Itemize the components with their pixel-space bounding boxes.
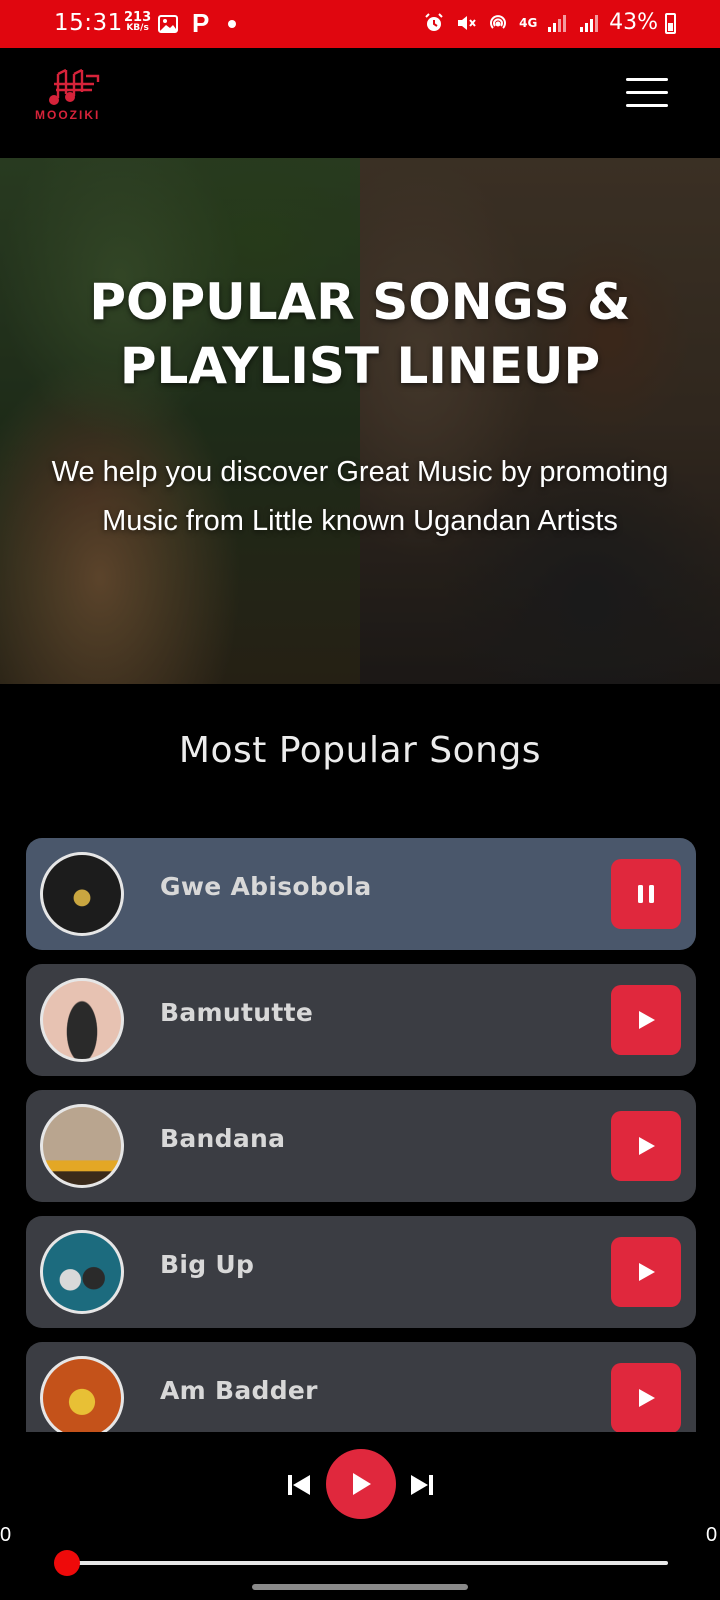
previous-track-icon[interactable]: [286, 1472, 312, 1498]
brand-name: MOOZIKI: [35, 108, 101, 122]
total-duration: 0: [706, 1524, 718, 1546]
song-title: Bamututte: [160, 998, 314, 1027]
play-button[interactable]: [611, 1363, 681, 1432]
battery-icon: [665, 13, 676, 34]
hamburger-menu-button[interactable]: [626, 78, 670, 110]
song-cover-image: [40, 1230, 124, 1314]
more-notifications-dot: [228, 20, 236, 28]
song-list[interactable]: Gwe Abisobola Bamututte Bandana Big Up A…: [26, 838, 696, 1432]
status-net-speed: 213 KB/s: [124, 11, 151, 34]
p-notification-icon: P: [192, 8, 210, 38]
play-icon: [639, 1389, 655, 1407]
hero-subtitle-line-2: Music from Little known Ugandan Artists: [102, 505, 618, 537]
hero-title-line-2: PLAYLIST LINEUP: [119, 337, 601, 395]
hero-banner: POPULAR SONGS & PLAYLIST LINEUP We help …: [0, 158, 720, 684]
song-card[interactable]: Big Up: [26, 1216, 696, 1328]
hero-title-line-1: POPULAR SONGS &: [89, 273, 631, 331]
net-speed-unit: KB/s: [126, 23, 149, 33]
progress-thumb[interactable]: [54, 1550, 80, 1576]
menu-icon-bar-bottom: [626, 104, 668, 107]
signal-icon-2: [580, 14, 599, 32]
song-title: Bandana: [160, 1124, 286, 1153]
song-title: Gwe Abisobola: [160, 872, 372, 901]
play-icon: [639, 1137, 655, 1155]
status-time: 15:31: [54, 10, 123, 36]
play-button[interactable]: [611, 985, 681, 1055]
network-type: 4G: [519, 15, 538, 30]
next-track-icon[interactable]: [409, 1472, 435, 1498]
song-cover-image: [40, 978, 124, 1062]
gallery-icon: [158, 15, 178, 33]
signal-icon-1: [548, 14, 567, 32]
battery-percent: 43%: [609, 10, 658, 35]
pause-icon: [638, 885, 654, 903]
app-header: MOOZIKI: [0, 48, 720, 158]
elapsed-time: 0: [0, 1524, 12, 1546]
play-button[interactable]: [611, 1111, 681, 1181]
hero-subtitle-line-1: We help you discover Great Music by prom…: [51, 456, 669, 488]
status-bar: 15:31 213 KB/s P 4G 43%: [0, 0, 720, 48]
song-card[interactable]: Bandana: [26, 1090, 696, 1202]
play-button[interactable]: [611, 1237, 681, 1307]
song-card[interactable]: Gwe Abisobola: [26, 838, 696, 950]
song-cover-image: [40, 1356, 124, 1432]
play-icon: [639, 1011, 655, 1029]
progress-bar[interactable]: [66, 1561, 668, 1565]
hotspot-icon: [490, 14, 507, 29]
section-title: Most Popular Songs: [178, 730, 542, 771]
status-right-icons: 4G 43%: [423, 10, 658, 35]
hero-title: POPULAR SONGS & PLAYLIST LINEUP: [0, 270, 720, 398]
song-cover-image: [40, 852, 124, 936]
main-play-button[interactable]: [326, 1449, 396, 1519]
song-title: Am Badder: [160, 1376, 318, 1405]
song-card[interactable]: Bamututte: [26, 964, 696, 1076]
menu-icon-bar-middle: [626, 91, 668, 94]
menu-icon-bar-top: [626, 78, 668, 81]
song-cover-image: [40, 1104, 124, 1188]
song-title: Big Up: [160, 1250, 255, 1279]
audio-player: 0 0: [0, 1432, 720, 1600]
pause-button[interactable]: [611, 859, 681, 929]
song-card[interactable]: Am Badder: [26, 1342, 696, 1432]
hero-subtitle: We help you discover Great Music by prom…: [20, 448, 700, 546]
mute-icon: [458, 15, 476, 30]
home-indicator[interactable]: [252, 1584, 468, 1590]
play-icon: [639, 1263, 655, 1281]
alarm-icon: [425, 12, 443, 31]
hero-overlay: [0, 158, 720, 684]
play-icon: [353, 1473, 371, 1495]
